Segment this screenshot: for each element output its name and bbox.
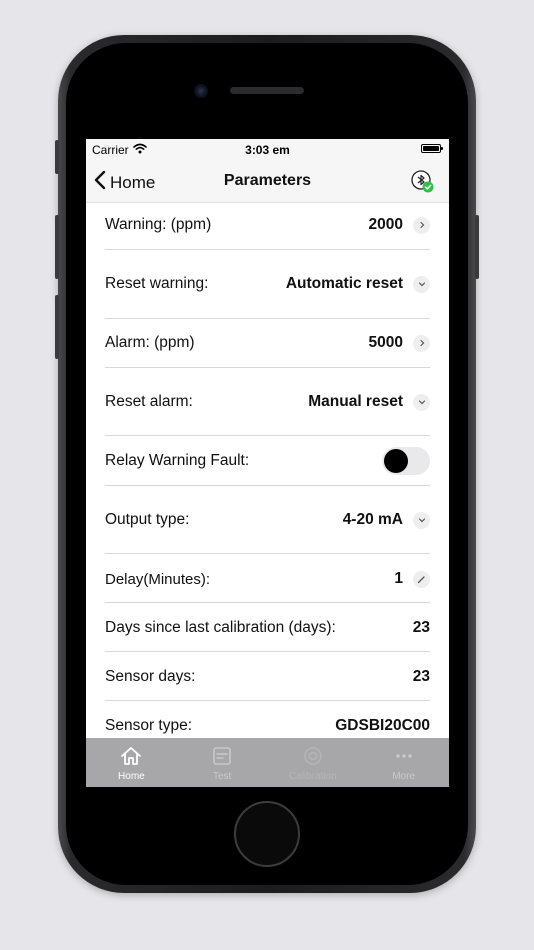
chevron-down-icon xyxy=(413,511,430,529)
test-icon xyxy=(212,746,232,769)
row-relay-warning-fault: Relay Warning Fault: xyxy=(105,446,430,476)
battery-icon xyxy=(421,144,443,153)
chevron-down-icon xyxy=(413,275,430,293)
row-sensor-type: Sensor type: GDSBI20C00 xyxy=(105,714,430,738)
tab-label: More xyxy=(392,771,416,782)
chevron-right-icon xyxy=(413,216,430,234)
pencil-icon xyxy=(413,570,430,588)
divider xyxy=(105,367,430,368)
relay-warning-fault-toggle[interactable] xyxy=(382,447,430,475)
app-screen: Carrier 3:03 em Home Parameters Warning:… xyxy=(86,139,449,787)
row-label: Alarm: (ppm) xyxy=(105,334,195,351)
divider xyxy=(105,553,430,554)
row-label: Sensor type: xyxy=(105,717,193,734)
status-time: 3:03 em xyxy=(245,143,290,157)
tab-calibration[interactable]: Calibration xyxy=(268,738,359,787)
row-value: 1 xyxy=(394,570,403,587)
row-value: 23 xyxy=(412,668,430,685)
row-value: 4-20 mA xyxy=(342,511,403,528)
divider xyxy=(105,318,430,319)
chevron-right-icon xyxy=(413,334,430,352)
tab-label: Calibration xyxy=(288,771,337,782)
row-delay-minutes[interactable]: Delay(Minutes): 1 xyxy=(105,567,430,591)
row-value: 23 xyxy=(412,619,430,636)
divider xyxy=(105,485,430,486)
divider xyxy=(105,602,430,603)
row-reset-warning[interactable]: Reset warning: Automatic reset xyxy=(105,272,430,296)
tab-bar: Home Test Calibration More xyxy=(86,738,449,787)
row-reset-alarm[interactable]: Reset alarm: Manual reset xyxy=(105,390,430,414)
row-label: Days since last calibration (days): xyxy=(105,619,336,636)
home-button[interactable] xyxy=(234,801,300,867)
home-icon xyxy=(120,746,142,769)
back-label: Home xyxy=(110,172,156,192)
row-label: Relay Warning Fault: xyxy=(105,452,250,469)
bluetooth-connected-icon[interactable] xyxy=(411,170,435,194)
row-output-type[interactable]: Output type: 4-20 mA xyxy=(105,508,430,532)
volume-down-button xyxy=(55,295,59,359)
front-camera xyxy=(194,84,208,98)
divider xyxy=(105,651,430,652)
tab-label: Test xyxy=(212,771,232,782)
row-label: Reset alarm: xyxy=(105,393,193,410)
tab-label: Home xyxy=(118,771,145,782)
tab-test[interactable]: Test xyxy=(177,738,268,787)
tab-home[interactable]: Home xyxy=(86,738,177,787)
mute-switch xyxy=(55,140,59,174)
tab-more[interactable]: More xyxy=(358,738,449,787)
status-bar: Carrier 3:03 em xyxy=(86,139,449,161)
more-icon xyxy=(393,746,415,769)
row-warning-ppm[interactable]: Warning: (ppm) 2000 xyxy=(105,213,430,237)
power-button xyxy=(475,215,479,279)
row-value: 2000 xyxy=(368,216,403,233)
navigation-bar: Home Parameters xyxy=(86,161,449,203)
chevron-down-icon xyxy=(413,393,430,411)
parameters-list: Warning: (ppm) 2000 Reset warning: Autom… xyxy=(86,203,449,738)
back-button[interactable]: Home xyxy=(94,170,155,195)
divider xyxy=(105,435,430,436)
divider xyxy=(105,700,430,701)
divider xyxy=(105,249,430,250)
row-label: Sensor days: xyxy=(105,668,196,685)
volume-up-button xyxy=(55,215,59,279)
row-alarm-ppm[interactable]: Alarm: (ppm) 5000 xyxy=(105,331,430,355)
toggle-knob xyxy=(384,449,408,473)
row-value: 5000 xyxy=(368,334,403,351)
row-label: Warning: (ppm) xyxy=(105,216,212,233)
chevron-left-icon xyxy=(94,170,106,195)
row-days-since-calibration: Days since last calibration (days): 23 xyxy=(105,616,430,640)
row-sensor-days: Sensor days: 23 xyxy=(105,665,430,689)
row-value: Manual reset xyxy=(308,393,403,410)
row-value: Automatic reset xyxy=(285,275,403,292)
row-label: Output type: xyxy=(105,511,190,528)
row-label: Delay(Minutes): xyxy=(105,570,211,588)
calibration-icon xyxy=(303,746,323,769)
row-value: GDSBI20C00 xyxy=(335,717,430,734)
earpiece-speaker xyxy=(230,87,304,94)
row-label: Reset warning: xyxy=(105,275,209,292)
